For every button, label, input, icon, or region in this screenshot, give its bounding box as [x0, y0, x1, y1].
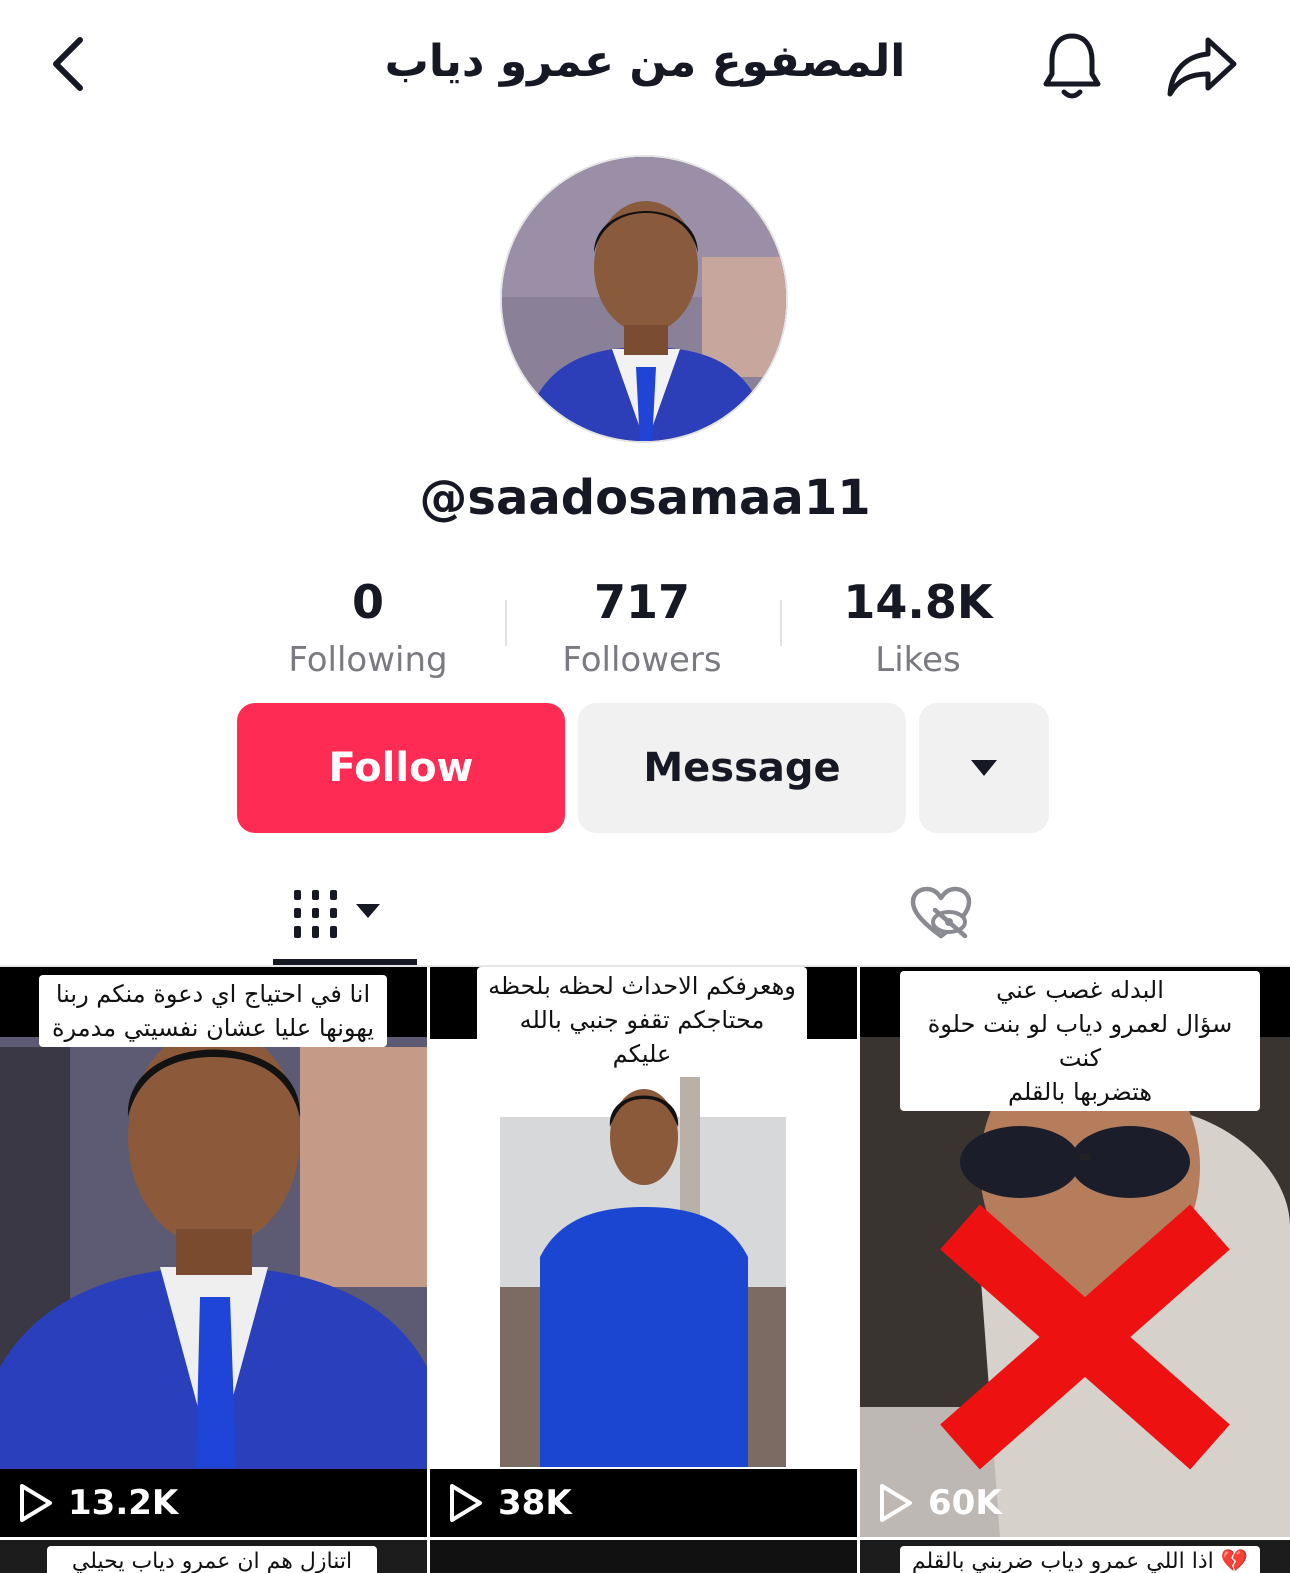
page-title: المصفوع من عمرو دياب [384, 36, 906, 87]
video-caption: 💔 اذا اللي عمرو دياب ضربني بالقلم [900, 1546, 1260, 1573]
caret-down-icon [971, 760, 997, 776]
video-thumbnail[interactable]: 💔 اذا اللي عمرو دياب ضربني بالقلم [860, 1540, 1290, 1573]
back-button[interactable] [36, 32, 100, 96]
stat-followers[interactable]: 717 Followers [512, 572, 772, 688]
share-button[interactable] [1162, 30, 1242, 102]
message-button[interactable]: Message [578, 703, 906, 833]
tab-videos[interactable] [272, 862, 418, 966]
follow-button[interactable]: Follow [237, 703, 565, 833]
view-count: 60K [878, 1483, 1002, 1523]
play-icon [450, 1484, 482, 1522]
video-thumbnail[interactable]: انا في احتياج اي دعوة منكم ربنا يهونها ع… [0, 967, 427, 1537]
stat-divider [780, 600, 782, 646]
video-caption: البدله غصب عني سؤال لعمرو دياب لو بنت حل… [900, 971, 1260, 1111]
video-thumbnail[interactable]: البدله غصب عني سؤال لعمرو دياب لو بنت حل… [860, 967, 1290, 1537]
chevron-left-icon [53, 37, 83, 91]
video-thumbnail[interactable]: وهعرفكم الاحداث لحظه بلحظه محتاجكم تقفو … [430, 967, 857, 1537]
avatar[interactable] [500, 155, 788, 443]
following-count: 0 [351, 575, 384, 629]
stat-divider [505, 600, 507, 646]
video-caption: اتنازل هم ان عمرو دياب يحيلي [47, 1546, 377, 1573]
videos-grid-icon [294, 890, 380, 938]
notification-button[interactable] [1036, 28, 1108, 104]
followers-count: 717 [593, 575, 691, 629]
play-icon [880, 1484, 912, 1522]
tab-liked[interactable] [868, 862, 1014, 966]
play-icon [20, 1484, 52, 1522]
video-caption: وهعرفكم الاحداث لحظه بلحظه محتاجكم تقفو … [477, 967, 807, 1073]
stat-following[interactable]: 0 Following [238, 572, 498, 688]
more-options-button[interactable] [919, 703, 1049, 833]
video-thumbnail[interactable] [430, 1540, 857, 1573]
top-bar: المصفوع من عمرو دياب [0, 0, 1290, 135]
likes-label: Likes [875, 640, 961, 680]
following-label: Following [288, 640, 448, 680]
username: @saadosamaa11 [419, 470, 871, 526]
video-caption: انا في احتياج اي دعوة منكم ربنا يهونها ع… [39, 975, 387, 1047]
share-arrow-icon [1167, 37, 1237, 97]
video-thumbnail[interactable]: اتنازل هم ان عمرو دياب يحيلي [0, 1540, 427, 1573]
stat-likes: 14.8K Likes [788, 572, 1048, 688]
followers-label: Followers [562, 640, 722, 680]
view-count: 38K [448, 1483, 572, 1523]
likes-count: 14.8K [843, 575, 993, 629]
liked-hidden-icon [910, 886, 972, 939]
view-count: 13.2K [18, 1483, 178, 1523]
bell-icon [1043, 33, 1101, 99]
